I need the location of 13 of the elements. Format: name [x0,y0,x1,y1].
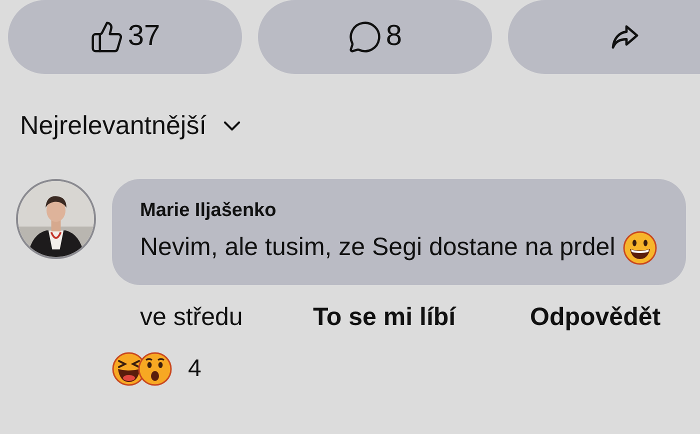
like-button[interactable]: 37 [8,0,242,74]
thumbs-up-icon [90,20,124,54]
reaction-count: 4 [188,354,202,384]
comment-time: ve středu [140,302,244,333]
speech-bubble-icon [348,20,382,54]
reply-link[interactable]: Odpovědět [530,299,661,336]
author-name[interactable]: Marie Iljašenko [140,199,670,223]
sort-dropdown[interactable]: Nejrelevantnější [20,106,246,145]
like-link[interactable]: To se mi líbí [313,299,530,336]
comment-text: Nevim, ale tusim, ze Segi dostane na prdel [140,233,616,261]
surprised-emoji-icon [138,352,172,386]
comment-button[interactable]: 8 [258,0,492,74]
grinning-emoji-icon [623,231,658,266]
